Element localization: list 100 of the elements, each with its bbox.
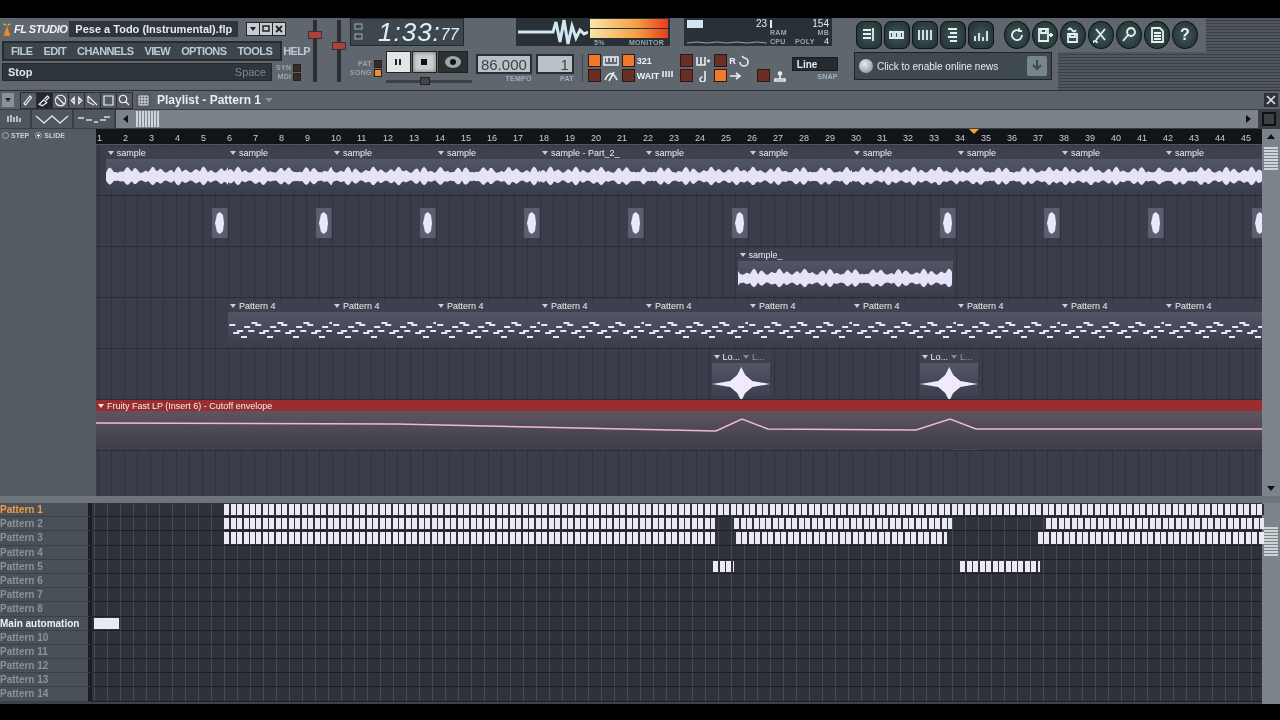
clip-label: sample [655,148,684,158]
pattern-clip[interactable]: Pattern 4 [1060,300,1164,346]
audio-clip[interactable]: sample_ [737,249,954,295]
menu-item[interactable]: TOOLS [237,45,273,57]
audio-clip[interactable]: sample [228,147,332,193]
bar-number: 16 [487,133,497,143]
clip-label: Lo... [722,352,741,362]
clip-label: Pattern 4 [759,301,796,311]
audio-clip[interactable]: Lo... L... [711,351,771,399]
shortcut-text: Space [234,66,266,78]
window-title: Playlist - Pattern 1 [157,93,262,107]
menu-item[interactable]: EDIT [43,45,67,57]
audio-clip[interactable]: sample [748,147,852,193]
bar-number: 41 [1137,133,1147,143]
hint-text: Stop [8,66,33,78]
clip-label: Pattern 4 [1071,301,1108,311]
bar-number: 32 [903,133,913,143]
audio-clip[interactable]: sample [1164,147,1262,193]
bar-number: 45 [1241,133,1251,143]
pattern-clip[interactable]: Pattern 4 [748,300,852,346]
bar-number: 12 [383,133,393,143]
timeline-ruler[interactable]: 1 2 3 4 5 6 7 8 9 10 11 12 13 14 15 16 17 18 19 20 21 22 23 24 25 26 27 28 29 30 31 32 33 34 35 36 37 38 39 40 41 42 43 44 45 [96,129,1262,145]
bar-number: 37 [1033,133,1043,143]
bar-number: 3 [149,133,154,143]
bar-number: 19 [565,133,575,143]
bar-number: 29 [825,133,835,143]
bar-number: 28 [799,133,809,143]
bar-number: 8 [279,133,284,143]
pattern-clip[interactable]: Pattern 4 [1164,300,1262,346]
clip-label: Pattern 4 [967,301,1004,311]
news-bar[interactable]: Click to enable online news [854,52,1052,80]
audio-clip[interactable]: sample [644,147,748,193]
clip-label: sample [1175,148,1204,158]
bar-number: 31 [877,133,887,143]
audio-clip[interactable]: sample [1060,147,1164,193]
clip-label: L... [960,352,973,362]
clip-label: Pattern 4 [1175,301,1212,311]
audio-clip[interactable]: sample [956,147,1060,193]
pattern-clip[interactable]: Pattern 4 [540,300,644,346]
audio-clip[interactable]: sample [332,147,436,193]
pattern-display[interactable]: 1 [535,54,574,74]
option-label: 321 [636,55,652,66]
pattern-clip[interactable]: Pattern 4 [228,300,332,346]
clip-label: sample [447,148,476,158]
menu-item[interactable]: FILE [11,45,33,57]
bar-number: 36 [1007,133,1017,143]
audio-clip[interactable]: sample - Part_2_ [540,147,644,193]
clip-label: sample [759,148,788,158]
option-label: R [729,55,736,66]
pattern-clip[interactable]: Pattern 4 [644,300,748,346]
clip-label: Pattern 4 [655,301,692,311]
clip-label: sample [343,148,372,158]
tempo-display[interactable]: 86.000 [475,54,532,74]
clip-label: sample - Part_2_ [551,148,620,158]
bar-number: 5 [201,133,206,143]
bar-number: 24 [695,133,705,143]
bar-number: 14 [435,133,445,143]
clip-label: Fruity Fast LP (Insert 6) - Cutoff envelope [107,400,273,411]
audio-clip[interactable]: sample [105,147,228,193]
clip-label: sample [967,148,996,158]
clip-label: Pattern 4 [447,301,484,311]
time-value: 1:33: [378,19,441,45]
option-label: WAIT [636,70,660,81]
bar-number: 44 [1215,133,1225,143]
news-text: Click to enable online news [877,60,1000,72]
bar-number: 10 [331,133,341,143]
bar-number: 25 [721,133,731,143]
snap-dropdown[interactable]: Line [791,56,838,71]
pattern-clip[interactable]: Pattern 4 [956,300,1060,346]
time-ticks: 77 [440,25,459,45]
bar-number: 23 [669,133,679,143]
bar-number: 18 [539,133,549,143]
menu-item[interactable]: VIEW [144,45,171,57]
bar-number: 40 [1111,133,1121,143]
bar-number: 13 [409,133,419,143]
menu-item[interactable]: CHANNELS [77,45,134,57]
bar-number: 7 [253,133,258,143]
pattern-name[interactable]: Pattern 1 [0,503,92,518]
bar-number: 4 [175,133,180,143]
automation-clip[interactable]: Fruity Fast LP (Insert 6) - Cutoff envelope [96,400,1262,449]
audio-clip[interactable]: Lo... L... [919,351,979,399]
bar-number: 6 [227,133,232,143]
bar-number: 17 [513,133,523,143]
pattern-clip[interactable]: Pattern 4 [436,300,540,346]
bar-number: 42 [1163,133,1173,143]
clip-label: Lo... [930,352,949,362]
pattern-clip[interactable]: Pattern 4 [332,300,436,346]
bar-number: 39 [1085,133,1095,143]
audio-clip[interactable]: sample [436,147,540,193]
audio-clip[interactable]: sample [852,147,956,193]
clip-label: sample [116,148,146,158]
clip-label: sample [863,148,892,158]
bar-number: 20 [591,133,601,143]
bar-number: 43 [1189,133,1199,143]
menu-item[interactable]: OPTIONS [181,45,227,57]
ram-value: 23 [755,19,767,29]
bar-number: 9 [305,133,310,143]
bar-number: 11 [357,133,367,143]
help-button[interactable]: ? [1172,21,1198,49]
pattern-clip[interactable]: Pattern 4 [852,300,956,346]
